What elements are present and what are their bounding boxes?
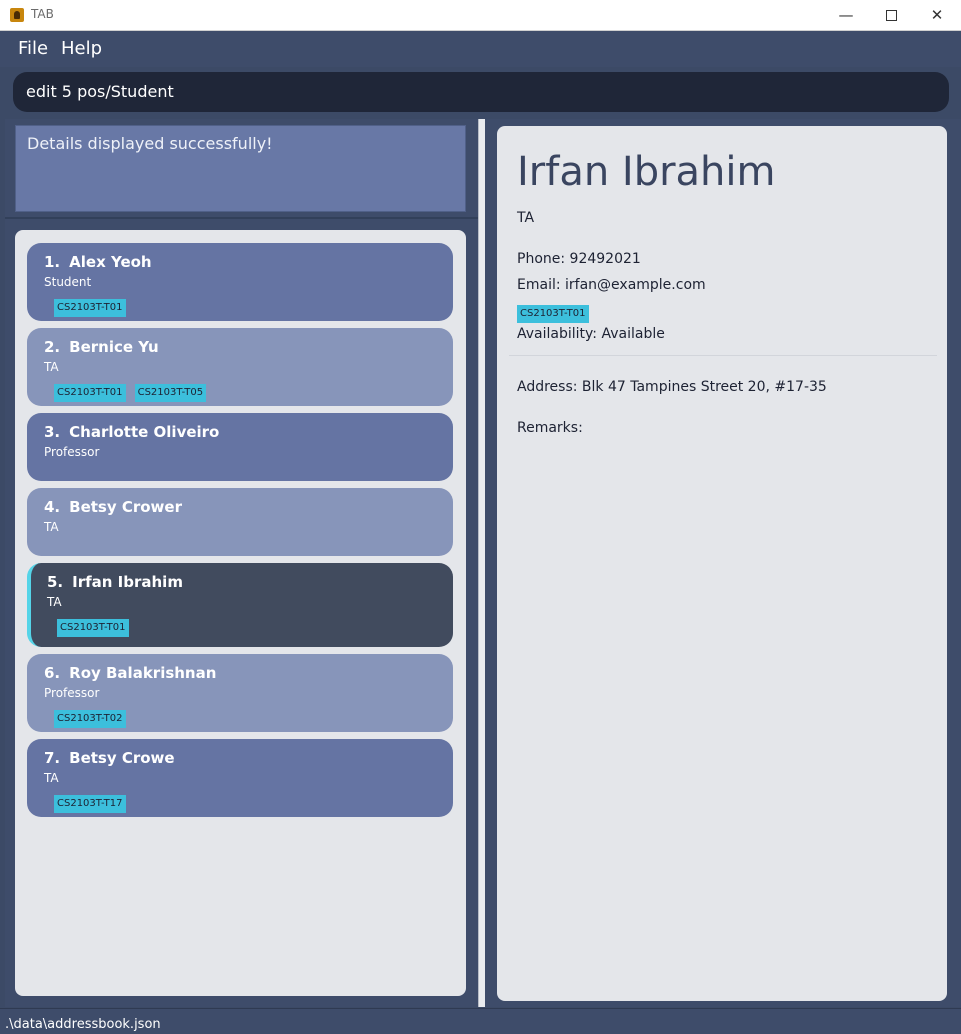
status-bar: .\data\addressbook.json bbox=[0, 1008, 961, 1034]
tag-badge: CS2103T-T17 bbox=[54, 795, 126, 813]
menu-file[interactable]: File bbox=[18, 38, 48, 59]
person-tags: CS2103T-T17 bbox=[54, 791, 436, 813]
person-card[interactable]: 6. Roy Balakrishnan Professor CS2103T-T02 bbox=[27, 654, 453, 732]
person-name: 1. Alex Yeoh bbox=[44, 253, 152, 271]
window-title: TAB bbox=[31, 7, 54, 21]
person-role: TA bbox=[44, 771, 59, 785]
detail-availability: Availability: Available bbox=[517, 326, 665, 342]
window-titlebar: TAB — ✕ bbox=[0, 0, 961, 31]
detail-role: TA bbox=[517, 210, 535, 226]
person-name: 4. Betsy Crower bbox=[44, 498, 182, 516]
tag-badge: CS2103T-T02 bbox=[54, 710, 126, 728]
person-name: 5. Irfan Ibrahim bbox=[47, 573, 183, 591]
minimize-icon: — bbox=[838, 6, 854, 24]
detail-name: Irfan Ibrahim bbox=[517, 149, 776, 195]
person-role: TA bbox=[44, 360, 59, 374]
person-role: Professor bbox=[44, 445, 100, 459]
right-pane: Irfan Ibrahim TA Phone: 92492021 Email: … bbox=[485, 119, 961, 1007]
split-divider[interactable] bbox=[478, 119, 485, 1007]
menu-bar: File Help bbox=[0, 31, 961, 67]
person-name: 7. Betsy Crowe bbox=[44, 749, 175, 767]
tag-badge: CS2103T-T01 bbox=[54, 299, 126, 317]
menu-help[interactable]: Help bbox=[61, 38, 102, 59]
person-card[interactable]: 1. Alex Yeoh Student CS2103T-T01 bbox=[27, 243, 453, 321]
result-display: Details displayed successfully! bbox=[15, 125, 466, 212]
person-name: 6. Roy Balakrishnan bbox=[44, 664, 217, 682]
person-tags: CS2103T-T01 bbox=[54, 295, 436, 317]
person-detail-panel: Irfan Ibrahim TA Phone: 92492021 Email: … bbox=[497, 126, 947, 1001]
person-role: TA bbox=[47, 595, 62, 609]
tag-badge: CS2103T-T01 bbox=[517, 305, 589, 323]
person-card[interactable]: 7. Betsy Crowe TA CS2103T-T17 bbox=[27, 739, 453, 817]
close-button[interactable]: ✕ bbox=[914, 0, 960, 30]
tag-badge: CS2103T-T01 bbox=[54, 384, 126, 402]
person-name: 3. Charlotte Oliveiro bbox=[44, 423, 220, 441]
detail-address: Address: Blk 47 Tampines Street 20, #17-… bbox=[517, 379, 827, 395]
person-list[interactable]: 1. Alex Yeoh Student CS2103T-T01 2. Bernic… bbox=[15, 230, 466, 996]
person-tags: CS2103T-T01 CS2103T-T05 bbox=[54, 380, 436, 402]
tag-badge: CS2103T-T01 bbox=[57, 619, 129, 637]
person-tags: CS2103T-T01 bbox=[57, 615, 436, 637]
person-card[interactable]: 2. Bernice Yu TA CS2103T-T01 CS2103T-T05 bbox=[27, 328, 453, 406]
person-role: Professor bbox=[44, 686, 100, 700]
person-card-selected[interactable]: 5. Irfan Ibrahim TA CS2103T-T01 bbox=[27, 563, 453, 647]
command-input[interactable]: edit 5 pos/Student bbox=[13, 72, 949, 112]
person-role: Student bbox=[44, 275, 92, 289]
detail-phone: Phone: 92492021 bbox=[517, 251, 641, 267]
detail-separator bbox=[509, 355, 937, 356]
detail-tags: CS2103T-T01 bbox=[517, 301, 593, 323]
detail-email: Email: irfan@example.com bbox=[517, 277, 706, 293]
close-icon: ✕ bbox=[930, 6, 944, 24]
person-name: 2. Bernice Yu bbox=[44, 338, 159, 356]
person-role: TA bbox=[44, 520, 59, 534]
tag-badge: CS2103T-T05 bbox=[134, 384, 207, 402]
left-pane: Details displayed successfully! 1. Alex Y… bbox=[5, 119, 478, 1007]
person-tags: CS2103T-T02 bbox=[54, 706, 436, 728]
maximize-button[interactable] bbox=[868, 0, 914, 30]
person-card[interactable]: 4. Betsy Crower TA bbox=[27, 488, 453, 556]
person-card[interactable]: 3. Charlotte Oliveiro Professor bbox=[27, 413, 453, 481]
minimize-button[interactable]: — bbox=[823, 0, 869, 30]
pane-divider[interactable] bbox=[5, 217, 478, 219]
app-icon bbox=[10, 8, 24, 22]
maximize-icon bbox=[885, 10, 897, 21]
detail-remarks: Remarks: bbox=[517, 420, 583, 436]
